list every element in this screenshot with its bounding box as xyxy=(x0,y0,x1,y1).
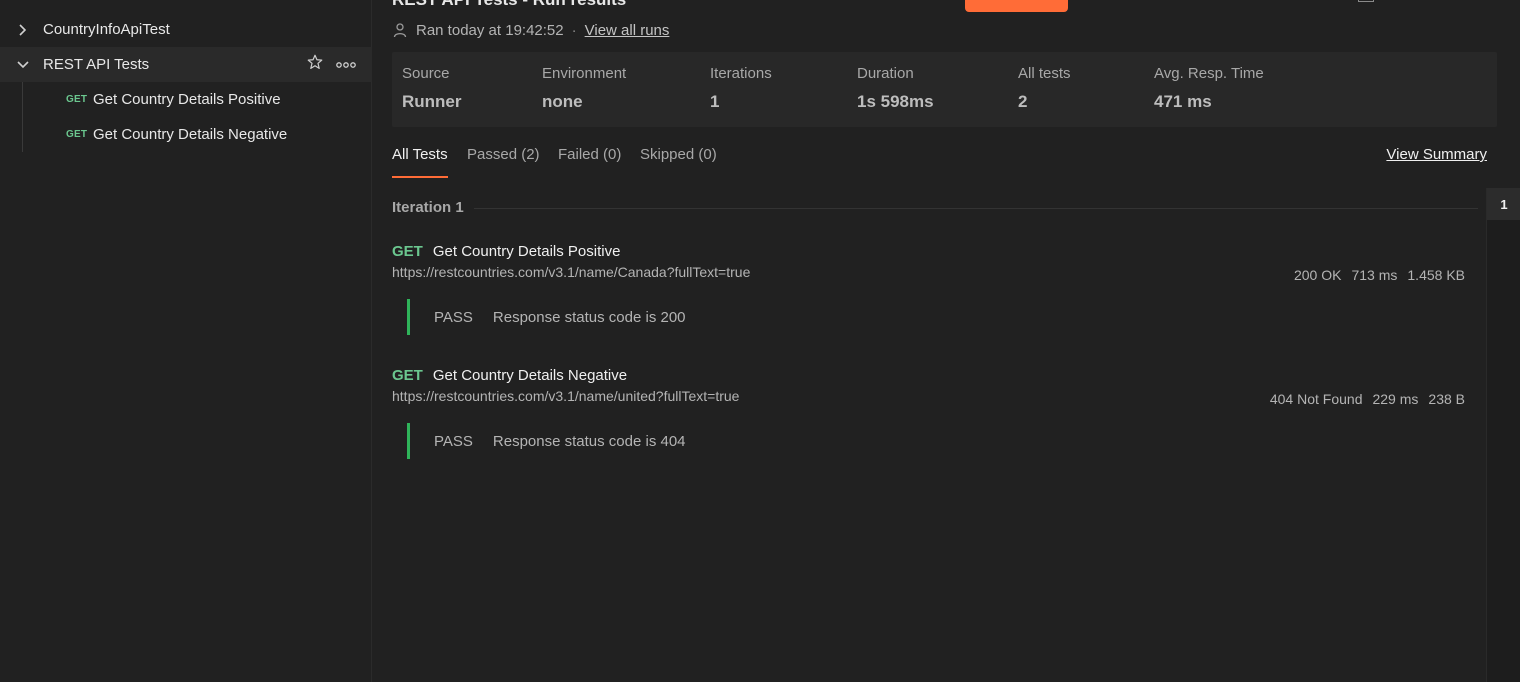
stat-all-tests: All tests 2 xyxy=(1018,65,1071,112)
request-name: Get Country Details Positive xyxy=(93,91,281,108)
separator: · xyxy=(571,21,577,39)
chevron-right-icon[interactable] xyxy=(16,23,30,37)
response-time: 713 ms xyxy=(1351,267,1398,283)
more-options-icon[interactable] xyxy=(336,56,356,74)
response-size: 238 B xyxy=(1428,391,1465,407)
export-icon[interactable] xyxy=(1358,0,1374,2)
ran-timestamp: Ran today at 19:42:52 xyxy=(416,21,564,39)
test-result: PASS Response status code is 200 xyxy=(407,299,686,335)
iteration-rail: 1 xyxy=(1486,188,1520,682)
stat-duration: Duration 1s 598ms xyxy=(857,65,934,112)
test-status: PASS xyxy=(434,432,473,450)
collection-label: REST API Tests xyxy=(43,56,150,73)
view-summary-link[interactable]: View Summary xyxy=(1386,146,1487,163)
view-all-runs-link[interactable]: View all runs xyxy=(585,22,670,39)
test-name: Response status code is 404 xyxy=(492,432,686,450)
tab-passed[interactable]: Passed (2) xyxy=(467,146,540,178)
stat-label: Environment xyxy=(542,65,627,82)
test-name: Response status code is 200 xyxy=(492,308,686,326)
stat-label: Avg. Resp. Time xyxy=(1154,65,1264,82)
stat-value: 1s 598ms xyxy=(857,92,934,111)
response-meta: 404 Not Found 229 ms 238 B xyxy=(1270,391,1465,407)
response-status: 200 OK xyxy=(1293,267,1342,283)
stat-avg-resp-time: Avg. Resp. Time 471 ms xyxy=(1154,65,1264,112)
stat-source: Source Runner xyxy=(402,65,462,112)
run-summary: Source Runner Environment none Iteration… xyxy=(392,52,1497,127)
request-result: GET Get Country Details Positive https:/… xyxy=(392,243,1467,335)
method-badge: GET xyxy=(392,367,423,384)
iteration-label: Iteration 1 xyxy=(392,199,464,216)
stat-iterations: Iterations 1 xyxy=(710,65,772,112)
stat-label: Source xyxy=(402,65,450,82)
response-time: 229 ms xyxy=(1372,391,1419,407)
tab-all-tests[interactable]: All Tests xyxy=(392,146,448,178)
tab-skipped[interactable]: Skipped (0) xyxy=(640,146,717,178)
stat-environment: Environment none xyxy=(542,65,626,112)
test-result: PASS Response status code is 404 xyxy=(407,423,686,459)
tab-failed[interactable]: Failed (0) xyxy=(558,146,621,178)
test-status: PASS xyxy=(434,308,473,326)
request-name[interactable]: Get Country Details Negative xyxy=(433,367,627,384)
collection-countryinfoapitest[interactable]: CountryInfoApiTest xyxy=(0,12,372,47)
star-icon[interactable] xyxy=(306,53,324,76)
iteration-jump-1[interactable]: 1 xyxy=(1487,188,1520,220)
run-info: Ran today at 19:42:52 · View all runs xyxy=(392,20,669,40)
collection-rest-api-tests[interactable]: REST API Tests xyxy=(0,47,372,82)
method-badge: GET xyxy=(66,94,88,105)
stat-value: 1 xyxy=(710,92,720,111)
page-title: REST API Tests - Run results xyxy=(392,0,626,10)
collection-actions xyxy=(306,53,356,76)
response-size: 1.458 KB xyxy=(1407,267,1465,283)
response-meta: 200 OK 713 ms 1.458 KB xyxy=(1294,267,1465,283)
stat-value: none xyxy=(542,92,583,111)
method-badge: GET xyxy=(66,129,88,140)
sidebar: CountryInfoApiTest REST API Tests GET Ge… xyxy=(0,0,372,682)
method-badge: GET xyxy=(392,243,423,260)
request-name[interactable]: Get Country Details Positive xyxy=(433,243,621,260)
divider xyxy=(474,208,1478,209)
stat-value: 2 xyxy=(1018,92,1028,111)
sidebar-request-positive[interactable]: GET Get Country Details Positive xyxy=(0,82,372,117)
user-icon xyxy=(392,22,408,38)
stat-label: All tests xyxy=(1018,65,1071,82)
sidebar-request-negative[interactable]: GET Get Country Details Negative xyxy=(0,117,372,152)
run-results-panel: REST API Tests - Run results Ran today a… xyxy=(373,0,1520,682)
stat-value: Runner xyxy=(402,92,462,111)
request-result: GET Get Country Details Negative https:/… xyxy=(392,367,1467,459)
chevron-down-icon[interactable] xyxy=(16,58,30,72)
collection-label: CountryInfoApiTest xyxy=(43,21,170,38)
run-again-button[interactable] xyxy=(965,0,1068,12)
stat-label: Iterations xyxy=(710,65,772,82)
stat-label: Duration xyxy=(857,65,914,82)
response-status: 404 Not Found xyxy=(1269,391,1363,407)
request-name: Get Country Details Negative xyxy=(93,126,288,143)
stat-value: 471 ms xyxy=(1154,92,1212,111)
